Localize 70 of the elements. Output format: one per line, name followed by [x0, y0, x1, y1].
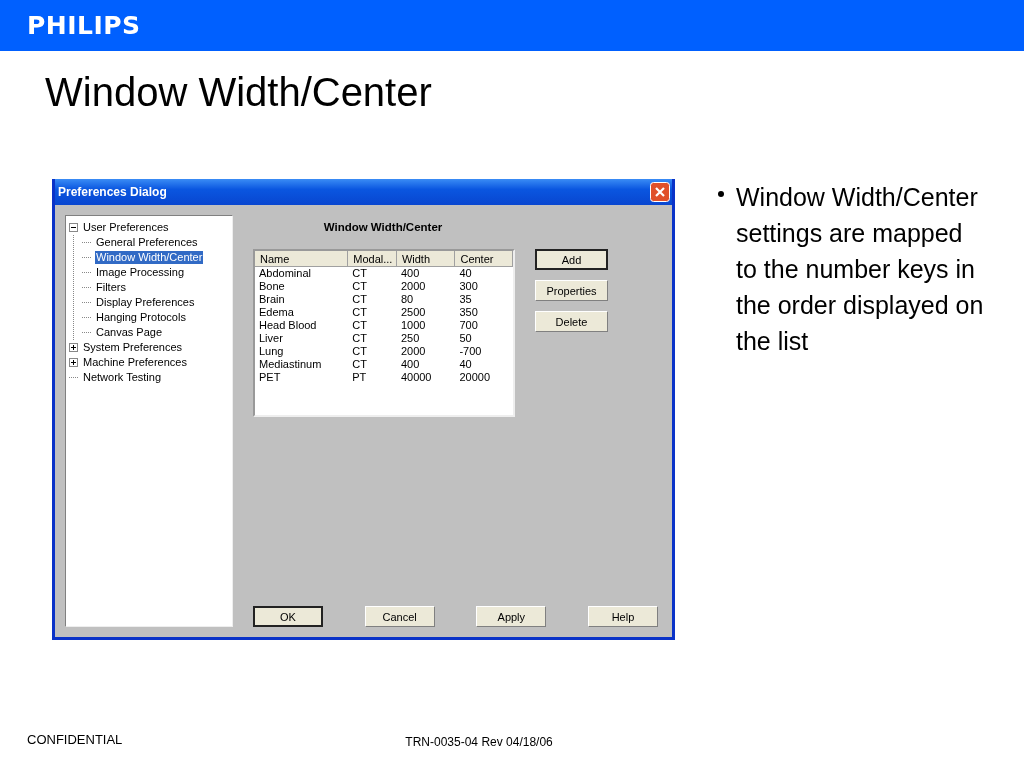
tree-item[interactable]: System Preferences — [82, 341, 184, 354]
table-cell-text: -700 — [458, 345, 483, 358]
column-header[interactable]: Name — [255, 251, 349, 267]
dialog-button[interactable]: Properties — [535, 280, 608, 301]
table-cell-text: 2000 — [399, 280, 427, 293]
table-cell-text: 2000 — [399, 345, 427, 358]
tree-item[interactable]: User Preferences — [82, 221, 170, 234]
dialog-button[interactable]: Cancel — [364, 606, 435, 627]
table-cell-text: PET — [258, 371, 282, 384]
table-cell-text: CT — [351, 345, 368, 358]
slide-title: Window Width/Center — [45, 69, 433, 115]
tree-item[interactable]: Filters — [95, 281, 127, 294]
footer-text: CONFIDENTIAL — [27, 732, 123, 749]
dialog-button[interactable]: Add — [535, 249, 608, 270]
table-cell-text: 2500 — [399, 306, 427, 319]
tree-item[interactable]: Window Width/Center — [95, 251, 204, 264]
table-cell-text: 400 — [399, 267, 421, 280]
table-cell-text: Bone — [258, 280, 286, 293]
table-cell-text: 40 — [458, 267, 473, 280]
table-cell-text: Edema — [258, 306, 295, 319]
bullet-text: Window Width/Center settings are mapped to the number keys in the order displayed on the list — [736, 182, 985, 357]
table-cell-text: 300 — [458, 280, 479, 293]
table-cell-text: Head Blood — [258, 319, 318, 332]
table-cell-text: CT — [351, 358, 368, 371]
tree-item[interactable]: Machine Preferences — [82, 356, 188, 369]
dialog-button[interactable]: Apply — [476, 606, 547, 627]
table-cell-text: CT — [351, 332, 368, 345]
table-cell-text: CT — [351, 267, 368, 280]
table-cell-text: Liver — [258, 332, 284, 345]
close-icon[interactable] — [650, 182, 670, 202]
tree-item[interactable]: Canvas Page — [95, 326, 164, 339]
table-cell-text: CT — [351, 319, 368, 332]
column-header[interactable]: Width — [396, 251, 456, 267]
table-cell-text: 40000 — [399, 371, 433, 384]
column-header[interactable]: Modal... — [348, 251, 397, 267]
footer-text: TRN-0035-04 Rev 04/18/06 — [405, 735, 553, 751]
tree-item[interactable]: Network Testing — [82, 371, 163, 384]
tree-item[interactable]: Display Preferences — [95, 296, 196, 309]
column-header[interactable]: Center — [455, 251, 513, 267]
expander-icon[interactable] — [69, 343, 78, 352]
table-cell-text: Brain — [258, 293, 286, 306]
table-cell-text: Lung — [258, 345, 285, 358]
table-cell-text: 20000 — [458, 371, 492, 384]
table-cell-text: CT — [351, 306, 368, 319]
window-title: Preferences Dialog — [58, 185, 167, 199]
table-cell-text: 400 — [399, 358, 421, 371]
expander-icon[interactable] — [69, 358, 78, 367]
table-cell-text: 35 — [458, 293, 473, 306]
dialog-button[interactable]: Delete — [535, 311, 608, 332]
table-cell-text: 1000 — [399, 319, 427, 332]
table-cell-text: CT — [351, 293, 368, 306]
section-heading: Window Width/Center — [322, 221, 444, 233]
tree-item[interactable]: Image Processing — [95, 266, 186, 279]
table-cell-text: 80 — [399, 293, 415, 306]
table-cell-text: PT — [351, 371, 368, 384]
tree-item[interactable]: Hanging Protocols — [95, 311, 187, 324]
table-cell-text: 250 — [399, 332, 421, 345]
logo: PHILIPS — [27, 11, 141, 40]
expander-icon[interactable] — [69, 223, 78, 232]
table-cell-text: 700 — [458, 319, 479, 332]
dialog-button[interactable]: OK — [253, 606, 323, 627]
table-cell-text: CT — [351, 280, 368, 293]
table-cell-text: 350 — [458, 306, 479, 319]
table-cell-text: 50 — [458, 332, 473, 345]
table-cell-text: 40 — [458, 358, 473, 371]
table-cell-text: Abdominal — [258, 267, 312, 280]
bullet-icon — [718, 191, 724, 197]
tree-item[interactable]: General Preferences — [95, 236, 199, 249]
table-cell-text: Mediastinum — [258, 358, 323, 371]
dialog-button[interactable]: Help — [587, 606, 658, 627]
